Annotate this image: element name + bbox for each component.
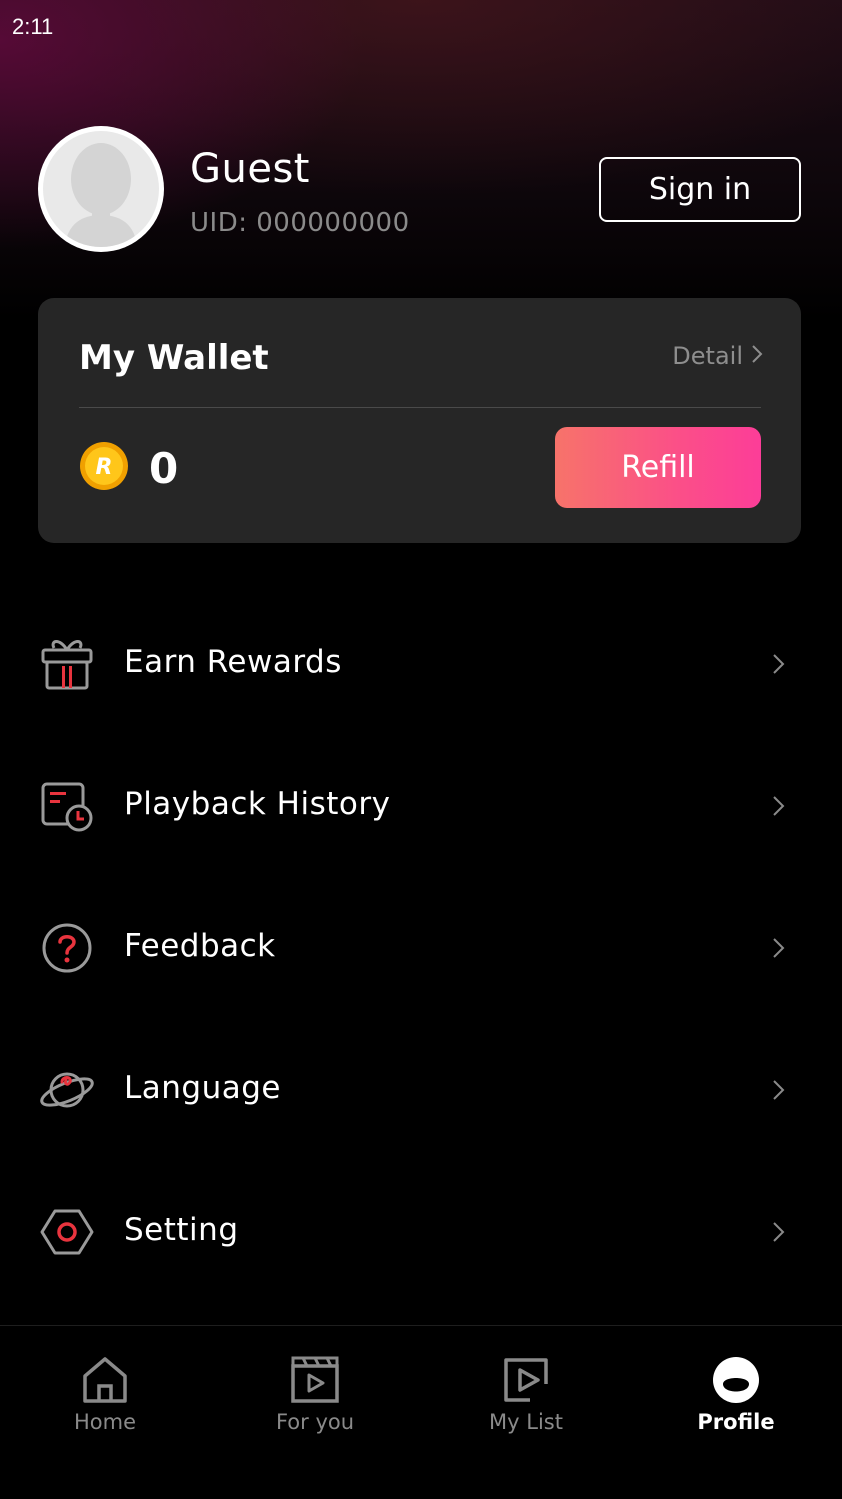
default-avatar-icon xyxy=(65,143,137,247)
wallet-detail-label: Detail xyxy=(672,342,743,370)
gift-icon xyxy=(38,636,96,692)
nav-profile[interactable]: Profile xyxy=(631,1326,841,1499)
avatar[interactable] xyxy=(38,126,164,252)
wallet-balance: 0 xyxy=(149,444,179,493)
profile-name: Guest xyxy=(190,146,310,192)
nav-label: My List xyxy=(489,1410,563,1434)
sign-in-button[interactable]: Sign in xyxy=(599,157,801,222)
menu-item-setting[interactable]: Setting xyxy=(0,1182,842,1282)
hexagon-settings-icon xyxy=(38,1204,96,1260)
nav-for-you[interactable]: For you xyxy=(210,1326,420,1499)
home-icon xyxy=(79,1354,131,1406)
play-list-icon xyxy=(500,1354,552,1406)
nav-label: Profile xyxy=(697,1410,775,1434)
question-icon xyxy=(38,920,96,976)
chevron-right-icon xyxy=(770,650,788,678)
menu-item-language[interactable]: Language xyxy=(0,1040,842,1140)
wallet-detail-link[interactable]: Detail xyxy=(672,342,763,370)
profile-icon xyxy=(710,1354,762,1406)
chevron-right-icon xyxy=(770,934,788,962)
chevron-right-icon xyxy=(770,1218,788,1246)
menu-item-feedback[interactable]: Feedback xyxy=(0,898,842,998)
clapperboard-icon xyxy=(289,1354,341,1406)
menu-item-label: Feedback xyxy=(124,928,276,964)
nav-label: Home xyxy=(73,1410,136,1434)
nav-label: For you xyxy=(275,1410,355,1434)
menu-item-earn-rewards[interactable]: Earn Rewards xyxy=(0,614,842,714)
wallet-title: My Wallet xyxy=(79,338,269,378)
menu-item-playback-history[interactable]: Playback History xyxy=(0,756,842,856)
nav-home[interactable]: Home xyxy=(0,1326,210,1499)
status-bar-time: 2:11 xyxy=(12,14,54,39)
profile-uid: UID: 000000000 xyxy=(190,208,410,238)
nav-my-list[interactable]: My List xyxy=(421,1326,631,1499)
chevron-right-icon xyxy=(770,1076,788,1104)
menu-item-label: Playback History xyxy=(124,786,391,822)
menu-item-label: Language xyxy=(124,1070,281,1106)
planet-icon xyxy=(38,1062,96,1118)
refill-button[interactable]: Refill xyxy=(555,427,761,508)
coin-letter: R xyxy=(96,455,113,480)
bottom-nav: Home For you My List Profile xyxy=(0,1325,842,1499)
wallet-divider xyxy=(79,407,761,408)
wallet-card: My Wallet Detail R 0 Refill xyxy=(38,298,801,543)
menu-item-label: Setting xyxy=(124,1212,239,1248)
coin-icon: R xyxy=(79,441,129,491)
history-icon xyxy=(38,778,96,834)
chevron-right-icon xyxy=(751,342,763,370)
chevron-right-icon xyxy=(770,792,788,820)
menu-item-label: Earn Rewards xyxy=(124,644,342,680)
